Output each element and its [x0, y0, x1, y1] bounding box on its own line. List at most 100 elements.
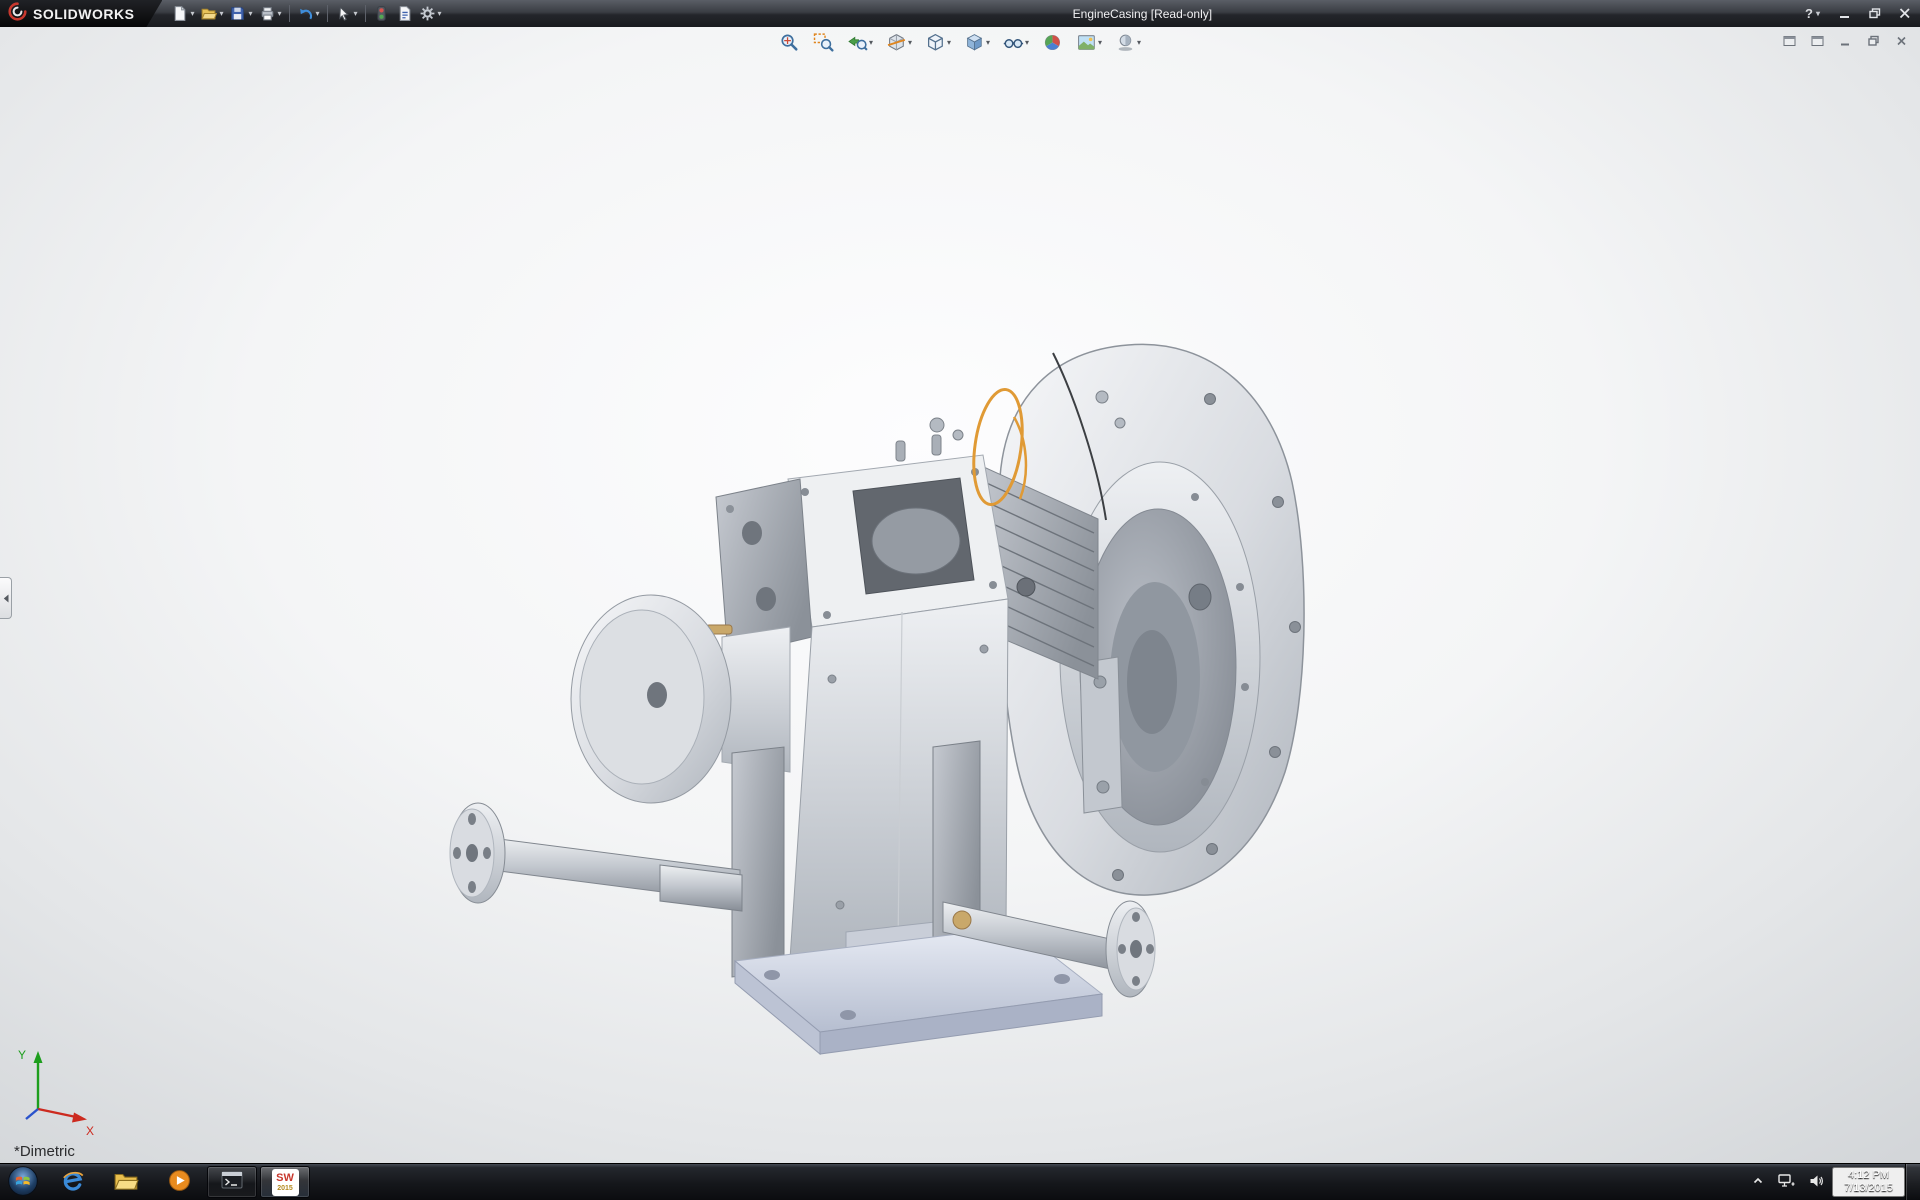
dropdown-caret: ▾ — [1137, 39, 1141, 47]
apply-scene-icon — [1076, 32, 1097, 53]
window-pane-button-1[interactable] — [1781, 33, 1798, 49]
taskbar-item-command-prompt[interactable] — [207, 1166, 257, 1198]
select-cursor-icon — [335, 5, 352, 22]
close-button[interactable] — [1890, 0, 1920, 27]
media-player-icon — [167, 1168, 192, 1196]
dropdown-caret: ▾ — [354, 10, 358, 18]
file-properties-button[interactable] — [393, 2, 416, 26]
doc-minimize-button[interactable] — [1837, 33, 1854, 49]
window-title: EngineCasing [Read-only] — [1073, 7, 1212, 21]
zoom-to-fit-icon — [779, 32, 800, 53]
display-style-button[interactable]: ▾ — [962, 30, 992, 55]
dropdown-caret: ▾ — [278, 10, 282, 18]
hide-show-items-icon — [1003, 32, 1024, 53]
open-button[interactable]: ▾ — [197, 2, 226, 26]
solidworks-icon: SW 2015 — [272, 1169, 299, 1196]
volume-icon — [1809, 1174, 1825, 1191]
show-desktop-button[interactable] — [1905, 1164, 1920, 1200]
ds-logo-icon — [8, 2, 27, 26]
select-button[interactable]: ▾ — [332, 2, 361, 26]
toolbar-separator — [289, 5, 290, 22]
file-properties-icon — [396, 5, 413, 22]
quick-access-toolbar: ▾ ▾ ▾ ▾ ▾ ▾ ▾ — [168, 0, 444, 27]
window-pane-icon — [1783, 35, 1796, 47]
dropdown-caret: ▾ — [908, 39, 912, 47]
help-button[interactable]: ? ▾ — [1795, 6, 1830, 21]
triad-x-label: X — [86, 1124, 94, 1138]
view-settings-icon — [1115, 32, 1136, 53]
triad-y-label: Y — [18, 1048, 26, 1062]
system-tray: 4:12 PM 7/13/2015 — [1745, 1164, 1920, 1200]
taskbar-clock[interactable]: 4:12 PM 7/13/2015 — [1832, 1167, 1905, 1197]
close-icon — [1895, 35, 1908, 47]
feature-manager-collapse-tab[interactable] — [0, 577, 12, 619]
zoom-to-fit-button[interactable] — [777, 30, 802, 55]
minimize-icon — [1839, 8, 1851, 19]
toolbar-separator — [327, 5, 328, 22]
dropdown-caret: ▾ — [438, 10, 442, 18]
edit-appearance-button[interactable] — [1040, 30, 1065, 55]
windows-start-orb-icon — [7, 1165, 39, 1200]
taskbar-item-solidworks[interactable]: SW 2015 — [260, 1166, 310, 1198]
chevron-left-icon — [3, 594, 9, 603]
apply-scene-button[interactable]: ▾ — [1074, 30, 1104, 55]
zoom-to-area-button[interactable] — [811, 30, 836, 55]
orientation-triad: Y X — [14, 1043, 100, 1139]
internet-explorer-icon — [60, 1168, 86, 1197]
rebuild-button[interactable] — [370, 2, 393, 26]
network-tray-button[interactable] — [1771, 1164, 1802, 1200]
doc-close-button[interactable] — [1893, 33, 1910, 49]
brand-text: SOLIDWORKS — [33, 6, 134, 22]
taskbar-item-internet-explorer[interactable] — [48, 1164, 98, 1200]
graphics-area[interactable]: ▾ ▾ ▾ ▾ ▾ ▾ ▾ — [0, 27, 1920, 1163]
window-controls: ? ▾ — [1795, 0, 1920, 27]
restore-icon — [1867, 35, 1880, 47]
dropdown-caret: ▾ — [947, 39, 951, 47]
heads-up-view-toolbar: ▾ ▾ ▾ ▾ ▾ ▾ ▾ — [777, 30, 1143, 55]
engine-casing-model[interactable] — [0, 27, 1920, 1163]
taskbar-item-windows-explorer[interactable] — [101, 1164, 151, 1200]
new-document-icon — [171, 5, 188, 22]
command-prompt-icon — [220, 1169, 245, 1195]
solidworks-brand: SOLIDWORKS — [0, 0, 162, 27]
view-orientation-icon — [925, 32, 946, 53]
dropdown-caret: ▾ — [248, 10, 252, 18]
restore-icon — [1869, 8, 1881, 19]
dropdown-caret: ▾ — [219, 10, 223, 18]
clock-time: 4:12 PM — [1848, 1169, 1889, 1182]
restore-button[interactable] — [1860, 0, 1890, 27]
hide-show-items-button[interactable]: ▾ — [1001, 30, 1031, 55]
undo-icon — [297, 5, 314, 22]
window-pane-button-2[interactable] — [1809, 33, 1826, 49]
view-settings-button[interactable]: ▾ — [1113, 30, 1143, 55]
dropdown-caret: ▾ — [316, 10, 320, 18]
volume-tray-button[interactable] — [1802, 1164, 1832, 1200]
options-button[interactable]: ▾ — [416, 2, 445, 26]
section-view-icon — [886, 32, 907, 53]
previous-view-button[interactable]: ▾ — [845, 30, 875, 55]
dropdown-caret: ▾ — [1098, 39, 1102, 47]
view-orientation-button[interactable]: ▾ — [923, 30, 953, 55]
dropdown-caret: ▾ — [1816, 10, 1820, 18]
section-view-button[interactable]: ▾ — [884, 30, 914, 55]
minimize-button[interactable] — [1830, 0, 1860, 27]
show-hidden-icons-button[interactable] — [1745, 1164, 1771, 1200]
zoom-to-area-icon — [813, 32, 834, 53]
dropdown-caret: ▾ — [986, 39, 990, 47]
taskbar-item-media-player[interactable] — [154, 1164, 204, 1200]
taskbar-apps: SW 2015 — [48, 1164, 310, 1200]
clock-date: 7/13/2015 — [1844, 1182, 1893, 1195]
print-button[interactable]: ▾ — [256, 2, 285, 26]
toolbar-separator — [365, 5, 366, 22]
undo-button[interactable]: ▾ — [294, 2, 323, 26]
save-button[interactable]: ▾ — [226, 2, 255, 26]
help-label: ? — [1805, 6, 1813, 21]
start-button[interactable] — [0, 1164, 46, 1200]
folder-icon — [113, 1170, 139, 1195]
print-icon — [259, 5, 276, 22]
save-icon — [229, 5, 246, 22]
new-document-button[interactable]: ▾ — [168, 2, 197, 26]
chevron-up-icon — [1752, 1175, 1764, 1190]
doc-restore-button[interactable] — [1865, 33, 1882, 49]
dropdown-caret: ▾ — [1025, 39, 1029, 47]
